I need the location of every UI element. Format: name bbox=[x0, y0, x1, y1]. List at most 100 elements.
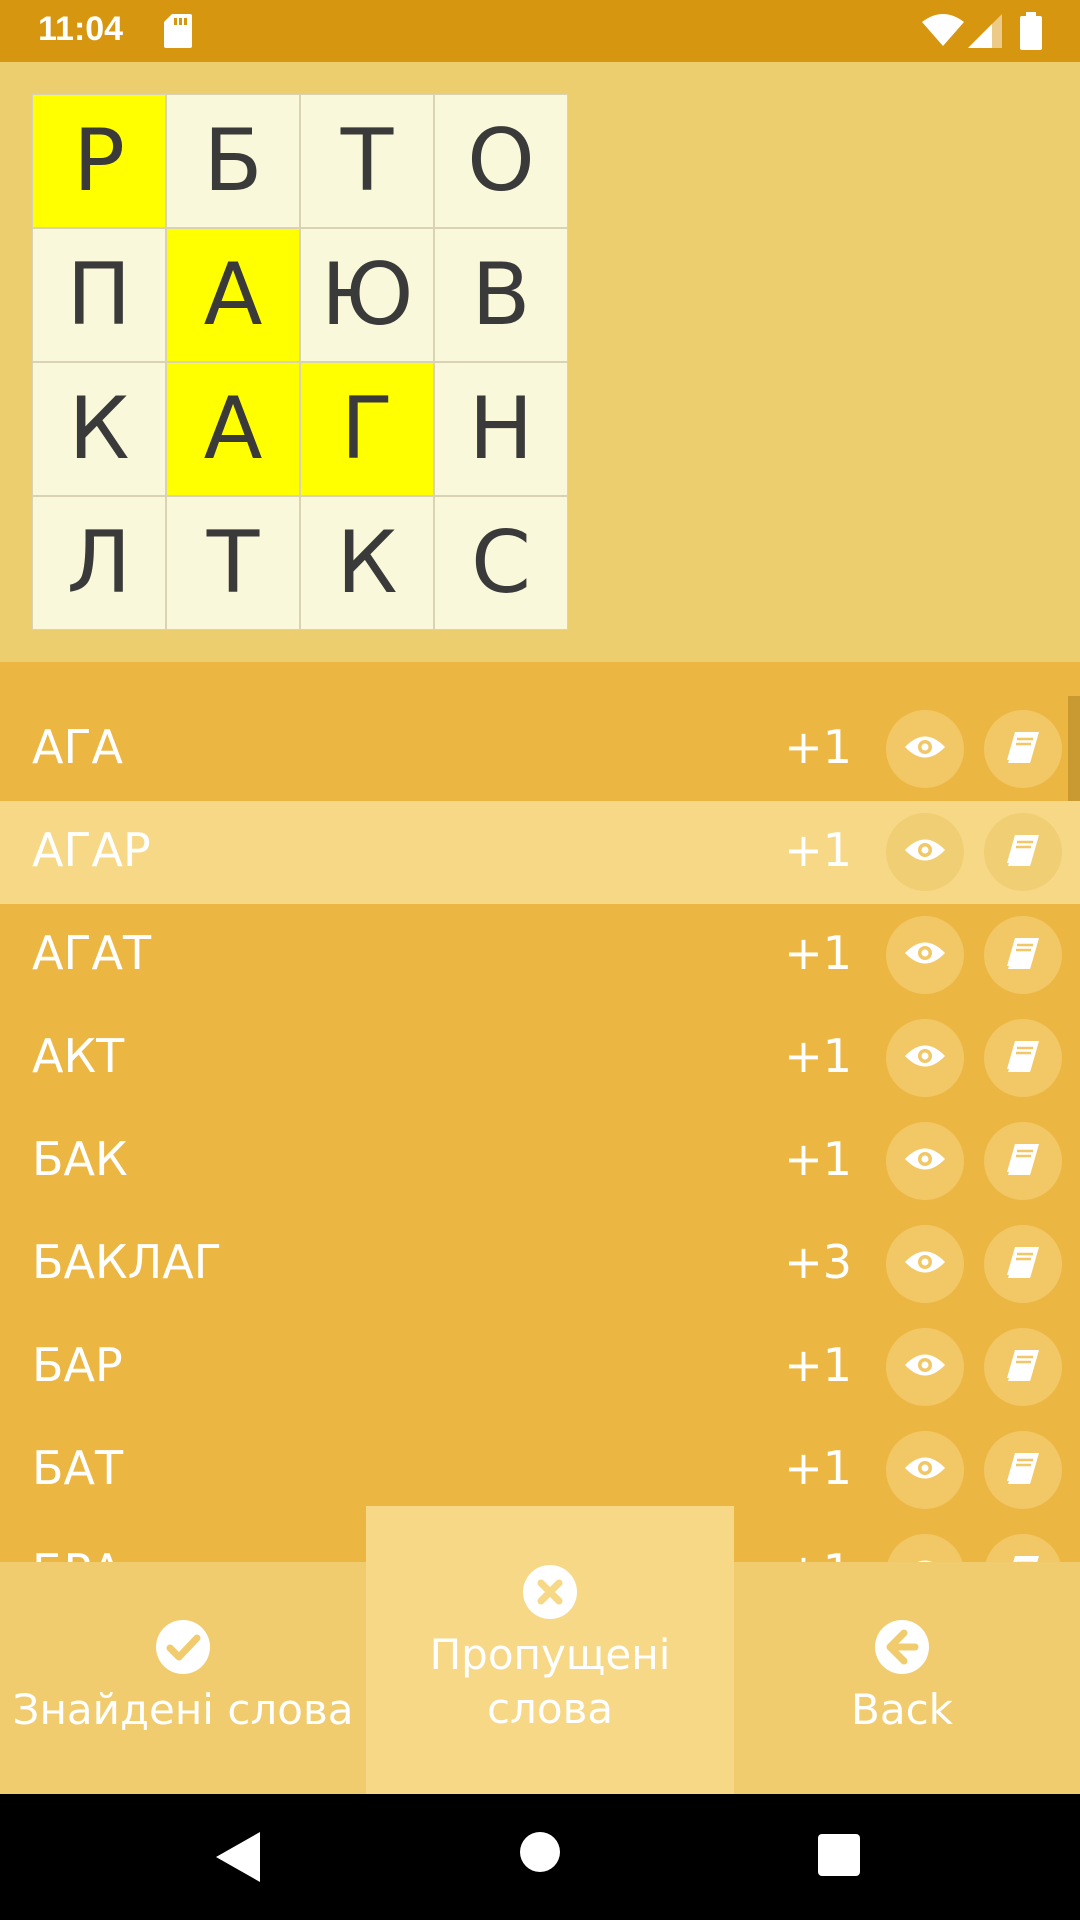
eye-icon bbox=[903, 835, 947, 869]
dictionary-button[interactable] bbox=[984, 1122, 1062, 1200]
word-score: +1 bbox=[784, 1544, 852, 1562]
eye-icon bbox=[903, 938, 947, 972]
word-text: АГАТ bbox=[32, 926, 152, 980]
tab-back[interactable]: Back bbox=[724, 1562, 1080, 1794]
sd-card-icon bbox=[164, 14, 192, 48]
word-row[interactable]: БАР +1 bbox=[0, 1316, 1080, 1419]
grid-cell[interactable]: Н bbox=[434, 362, 568, 496]
book-icon bbox=[1005, 1245, 1041, 1283]
word-text: БАК bbox=[32, 1132, 128, 1186]
book-icon bbox=[1005, 1451, 1041, 1489]
book-icon bbox=[1005, 1142, 1041, 1180]
show-word-button[interactable] bbox=[886, 1225, 964, 1303]
tab-missed-label-line2: слова bbox=[486, 1684, 614, 1733]
nav-recents-icon[interactable] bbox=[818, 1834, 860, 1876]
word-text: АГА bbox=[32, 720, 123, 774]
grid-cell[interactable]: Т bbox=[300, 94, 434, 228]
check-circle-icon bbox=[156, 1620, 210, 1674]
tab-missed-label-line1: Пропущені bbox=[429, 1630, 671, 1679]
grid-cell[interactable]: Р bbox=[32, 94, 166, 228]
letter-grid[interactable]: РБТОПАЮВКАГНЛТКС bbox=[32, 94, 568, 630]
book-icon bbox=[1005, 1554, 1041, 1562]
word-row[interactable]: АКТ +1 bbox=[0, 1007, 1080, 1110]
show-word-button[interactable] bbox=[886, 1534, 964, 1562]
grid-cell[interactable]: К bbox=[300, 496, 434, 630]
status-bar: 11:04 bbox=[0, 0, 1080, 62]
book-icon bbox=[1005, 833, 1041, 871]
bottom-tab-bar: Знайдені слова Пропущені слова Back bbox=[0, 1506, 1080, 1794]
close-circle-icon bbox=[523, 1565, 577, 1619]
grid-cell[interactable]: О bbox=[434, 94, 568, 228]
nav-back-icon[interactable] bbox=[216, 1832, 260, 1882]
word-score: +1 bbox=[784, 1132, 852, 1186]
grid-cell[interactable]: Б bbox=[166, 94, 300, 228]
nav-home-icon[interactable] bbox=[518, 1830, 562, 1874]
book-icon bbox=[1005, 936, 1041, 974]
word-text: БАТ bbox=[32, 1441, 124, 1495]
dictionary-button[interactable] bbox=[984, 813, 1062, 891]
dictionary-button[interactable] bbox=[984, 1225, 1062, 1303]
tab-found-label: Знайдені слова bbox=[12, 1685, 354, 1734]
word-score: +1 bbox=[784, 1441, 852, 1495]
show-word-button[interactable] bbox=[886, 813, 964, 891]
word-text: АКТ bbox=[32, 1029, 125, 1083]
word-row[interactable]: БАКЛАГ +3 bbox=[0, 1213, 1080, 1316]
wifi-icon bbox=[922, 14, 964, 46]
show-word-button[interactable] bbox=[886, 1431, 964, 1509]
tab-found-words[interactable]: Знайдені слова bbox=[0, 1562, 366, 1794]
grid-cell[interactable]: А bbox=[166, 228, 300, 362]
word-score: +1 bbox=[784, 823, 852, 877]
status-time: 11:04 bbox=[38, 10, 124, 48]
word-row[interactable]: БАК +1 bbox=[0, 1110, 1080, 1213]
word-text: АГАР bbox=[32, 823, 151, 877]
word-score: +1 bbox=[784, 1338, 852, 1392]
word-text: БАР bbox=[32, 1338, 123, 1392]
dictionary-button[interactable] bbox=[984, 1534, 1062, 1562]
eye-icon bbox=[903, 1247, 947, 1281]
word-text: БАКЛАГ bbox=[32, 1235, 222, 1289]
navigation-bar bbox=[0, 1794, 1080, 1920]
tab-back-label: Back bbox=[851, 1685, 953, 1734]
word-row[interactable]: АГАТ +1 bbox=[0, 904, 1080, 1007]
dictionary-button[interactable] bbox=[984, 1431, 1062, 1509]
word-score: +1 bbox=[784, 1029, 852, 1083]
grid-cell[interactable]: В bbox=[434, 228, 568, 362]
eye-icon bbox=[903, 1144, 947, 1178]
battery-icon bbox=[1020, 12, 1042, 50]
word-row[interactable]: АГАР +1 bbox=[0, 801, 1080, 904]
tab-missed-words[interactable]: Пропущені слова bbox=[366, 1506, 734, 1794]
board-area: РБТОПАЮВКАГНЛТКС bbox=[0, 62, 1080, 662]
dictionary-button[interactable] bbox=[984, 916, 1062, 994]
grid-cell[interactable]: С bbox=[434, 496, 568, 630]
signal-icon bbox=[968, 14, 1002, 48]
show-word-button[interactable] bbox=[886, 1019, 964, 1097]
show-word-button[interactable] bbox=[886, 1328, 964, 1406]
grid-cell[interactable]: А bbox=[166, 362, 300, 496]
eye-icon bbox=[903, 1041, 947, 1075]
book-icon bbox=[1005, 1039, 1041, 1077]
arrow-left-circle-icon bbox=[875, 1620, 929, 1674]
word-score: +1 bbox=[784, 720, 852, 774]
grid-cell[interactable]: Т bbox=[166, 496, 300, 630]
word-list[interactable]: АГА +1 АГАР +1 АГАТ +1 АКТ +1 БАК +1 БАКЛАГ +3 БАР +1… bbox=[0, 662, 1080, 1562]
show-word-button[interactable] bbox=[886, 710, 964, 788]
grid-cell[interactable]: П bbox=[32, 228, 166, 362]
dictionary-button[interactable] bbox=[984, 1328, 1062, 1406]
grid-cell[interactable]: Л bbox=[32, 496, 166, 630]
show-word-button[interactable] bbox=[886, 916, 964, 994]
word-score: +3 bbox=[784, 1235, 852, 1289]
book-icon bbox=[1005, 730, 1041, 768]
dictionary-button[interactable] bbox=[984, 1019, 1062, 1097]
grid-cell[interactable]: Г bbox=[300, 362, 434, 496]
grid-cell[interactable]: Ю bbox=[300, 228, 434, 362]
word-row[interactable]: АГА +1 bbox=[0, 698, 1080, 801]
word-text: БРА bbox=[32, 1544, 123, 1562]
book-icon bbox=[1005, 1348, 1041, 1386]
show-word-button[interactable] bbox=[886, 1122, 964, 1200]
eye-icon bbox=[903, 732, 947, 766]
grid-cell[interactable]: К bbox=[32, 362, 166, 496]
eye-icon bbox=[903, 1453, 947, 1487]
word-score: +1 bbox=[784, 926, 852, 980]
eye-icon bbox=[903, 1350, 947, 1384]
dictionary-button[interactable] bbox=[984, 710, 1062, 788]
